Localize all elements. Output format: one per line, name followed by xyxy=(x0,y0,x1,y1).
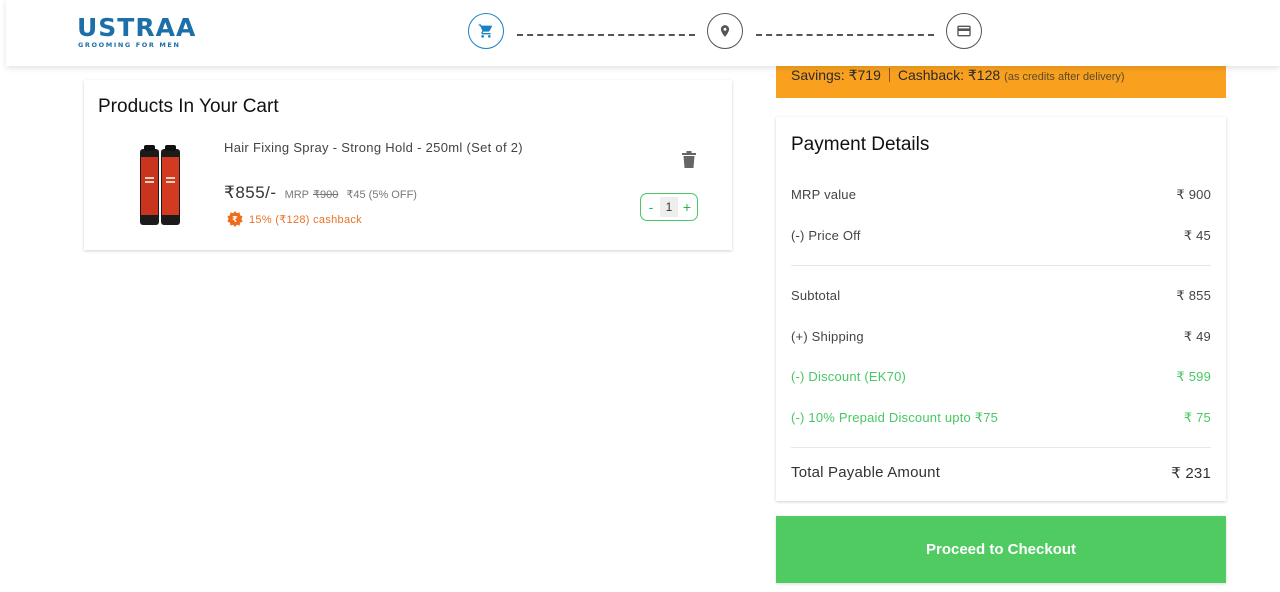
total-label: Total Payable Amount xyxy=(791,464,941,481)
shipping-row: (+) Shipping ₹ 49 xyxy=(791,329,1211,345)
mrp-value-row: MRP value ₹ 900 xyxy=(791,187,1211,203)
delete-icon[interactable] xyxy=(682,151,696,168)
cashback-note: (as credits after delivery) xyxy=(1004,71,1125,83)
ustraa-logo[interactable]: USTRAA GROOMING FOR MEN xyxy=(77,14,197,54)
top-header: USTRAA GROOMING FOR MEN xyxy=(6,0,1280,66)
row-label: MRP value xyxy=(791,187,857,202)
step-address[interactable] xyxy=(707,13,743,49)
row-value: ₹ 900 xyxy=(1176,187,1211,202)
discount-text: ₹45 (5% OFF) xyxy=(346,189,417,201)
row-value: ₹ 75 xyxy=(1183,410,1211,425)
cashback-text: 15% (₹128) cashback xyxy=(249,213,362,226)
quantity-stepper[interactable]: - 1 + xyxy=(640,193,698,221)
row-label: (-) Price Off xyxy=(791,228,861,243)
total-payable-row: Total Payable Amount ₹ 231 xyxy=(791,464,1211,482)
product-image[interactable] xyxy=(136,143,184,227)
row-value: ₹ 599 xyxy=(1176,369,1211,384)
divider xyxy=(791,265,1211,266)
divider xyxy=(791,447,1211,448)
cashback-row: ₹ 15% (₹128) cashback xyxy=(227,211,362,227)
row-label: Subtotal xyxy=(791,288,841,303)
svg-text:₹: ₹ xyxy=(232,215,238,224)
cashback-total-text: Cashback: ₹128 xyxy=(897,67,1001,83)
cart-icon xyxy=(478,24,493,38)
location-pin-icon xyxy=(720,25,730,37)
product-name[interactable]: Hair Fixing Spray - Strong Hold - 250ml … xyxy=(224,139,524,157)
decrease-quantity-button[interactable]: - xyxy=(645,199,657,215)
proceed-to-checkout-button[interactable]: Proceed to Checkout xyxy=(776,516,1226,583)
row-value: ₹ 49 xyxy=(1183,329,1211,344)
logo-text: USTRAA xyxy=(77,13,197,42)
quantity-value: 1 xyxy=(660,197,678,217)
step-payment[interactable] xyxy=(946,13,982,49)
step-cart[interactable] xyxy=(468,13,504,49)
row-label: (+) Shipping xyxy=(791,329,864,344)
payment-details-title: Payment Details xyxy=(791,134,930,155)
row-value: ₹ 855 xyxy=(1176,288,1211,303)
prepaid-discount-row: (-) 10% Prepaid Discount upto ₹75 ₹ 75 xyxy=(791,410,1211,426)
row-value: ₹ 45 xyxy=(1183,228,1211,243)
price-off-row: (-) Price Off ₹ 45 xyxy=(791,228,1211,244)
cart-title: Products In Your Cart xyxy=(98,96,279,117)
mrp-label: MRP xyxy=(284,189,310,201)
savings-text: Savings: ₹719 xyxy=(791,67,881,83)
row-label: (-) Discount (EK70) xyxy=(791,369,907,384)
row-label: (-) 10% Prepaid Discount upto ₹75 xyxy=(791,410,999,425)
step-connector xyxy=(517,34,695,36)
subtotal-row: Subtotal ₹ 855 xyxy=(791,288,1211,304)
product-price: ₹855/- xyxy=(224,183,277,202)
divider xyxy=(888,68,890,82)
cashback-badge-icon: ₹ xyxy=(227,211,243,227)
total-value: ₹ 231 xyxy=(1171,465,1211,482)
logo-tagline: GROOMING FOR MEN xyxy=(78,41,181,49)
mrp-value: ₹900 xyxy=(313,189,339,201)
increase-quantity-button[interactable]: + xyxy=(681,199,693,215)
cart-card: Products In Your Cart Hair Fixing Spray … xyxy=(84,80,732,250)
payment-details-card: Payment Details MRP value ₹ 900 (-) Pric… xyxy=(776,117,1226,501)
price-row: ₹855/- MRP ₹900 ₹45 (5% OFF) xyxy=(224,183,417,203)
step-connector xyxy=(756,34,934,36)
coupon-discount-row: (-) Discount (EK70) ₹ 599 xyxy=(791,369,1211,385)
credit-card-icon xyxy=(957,25,971,37)
